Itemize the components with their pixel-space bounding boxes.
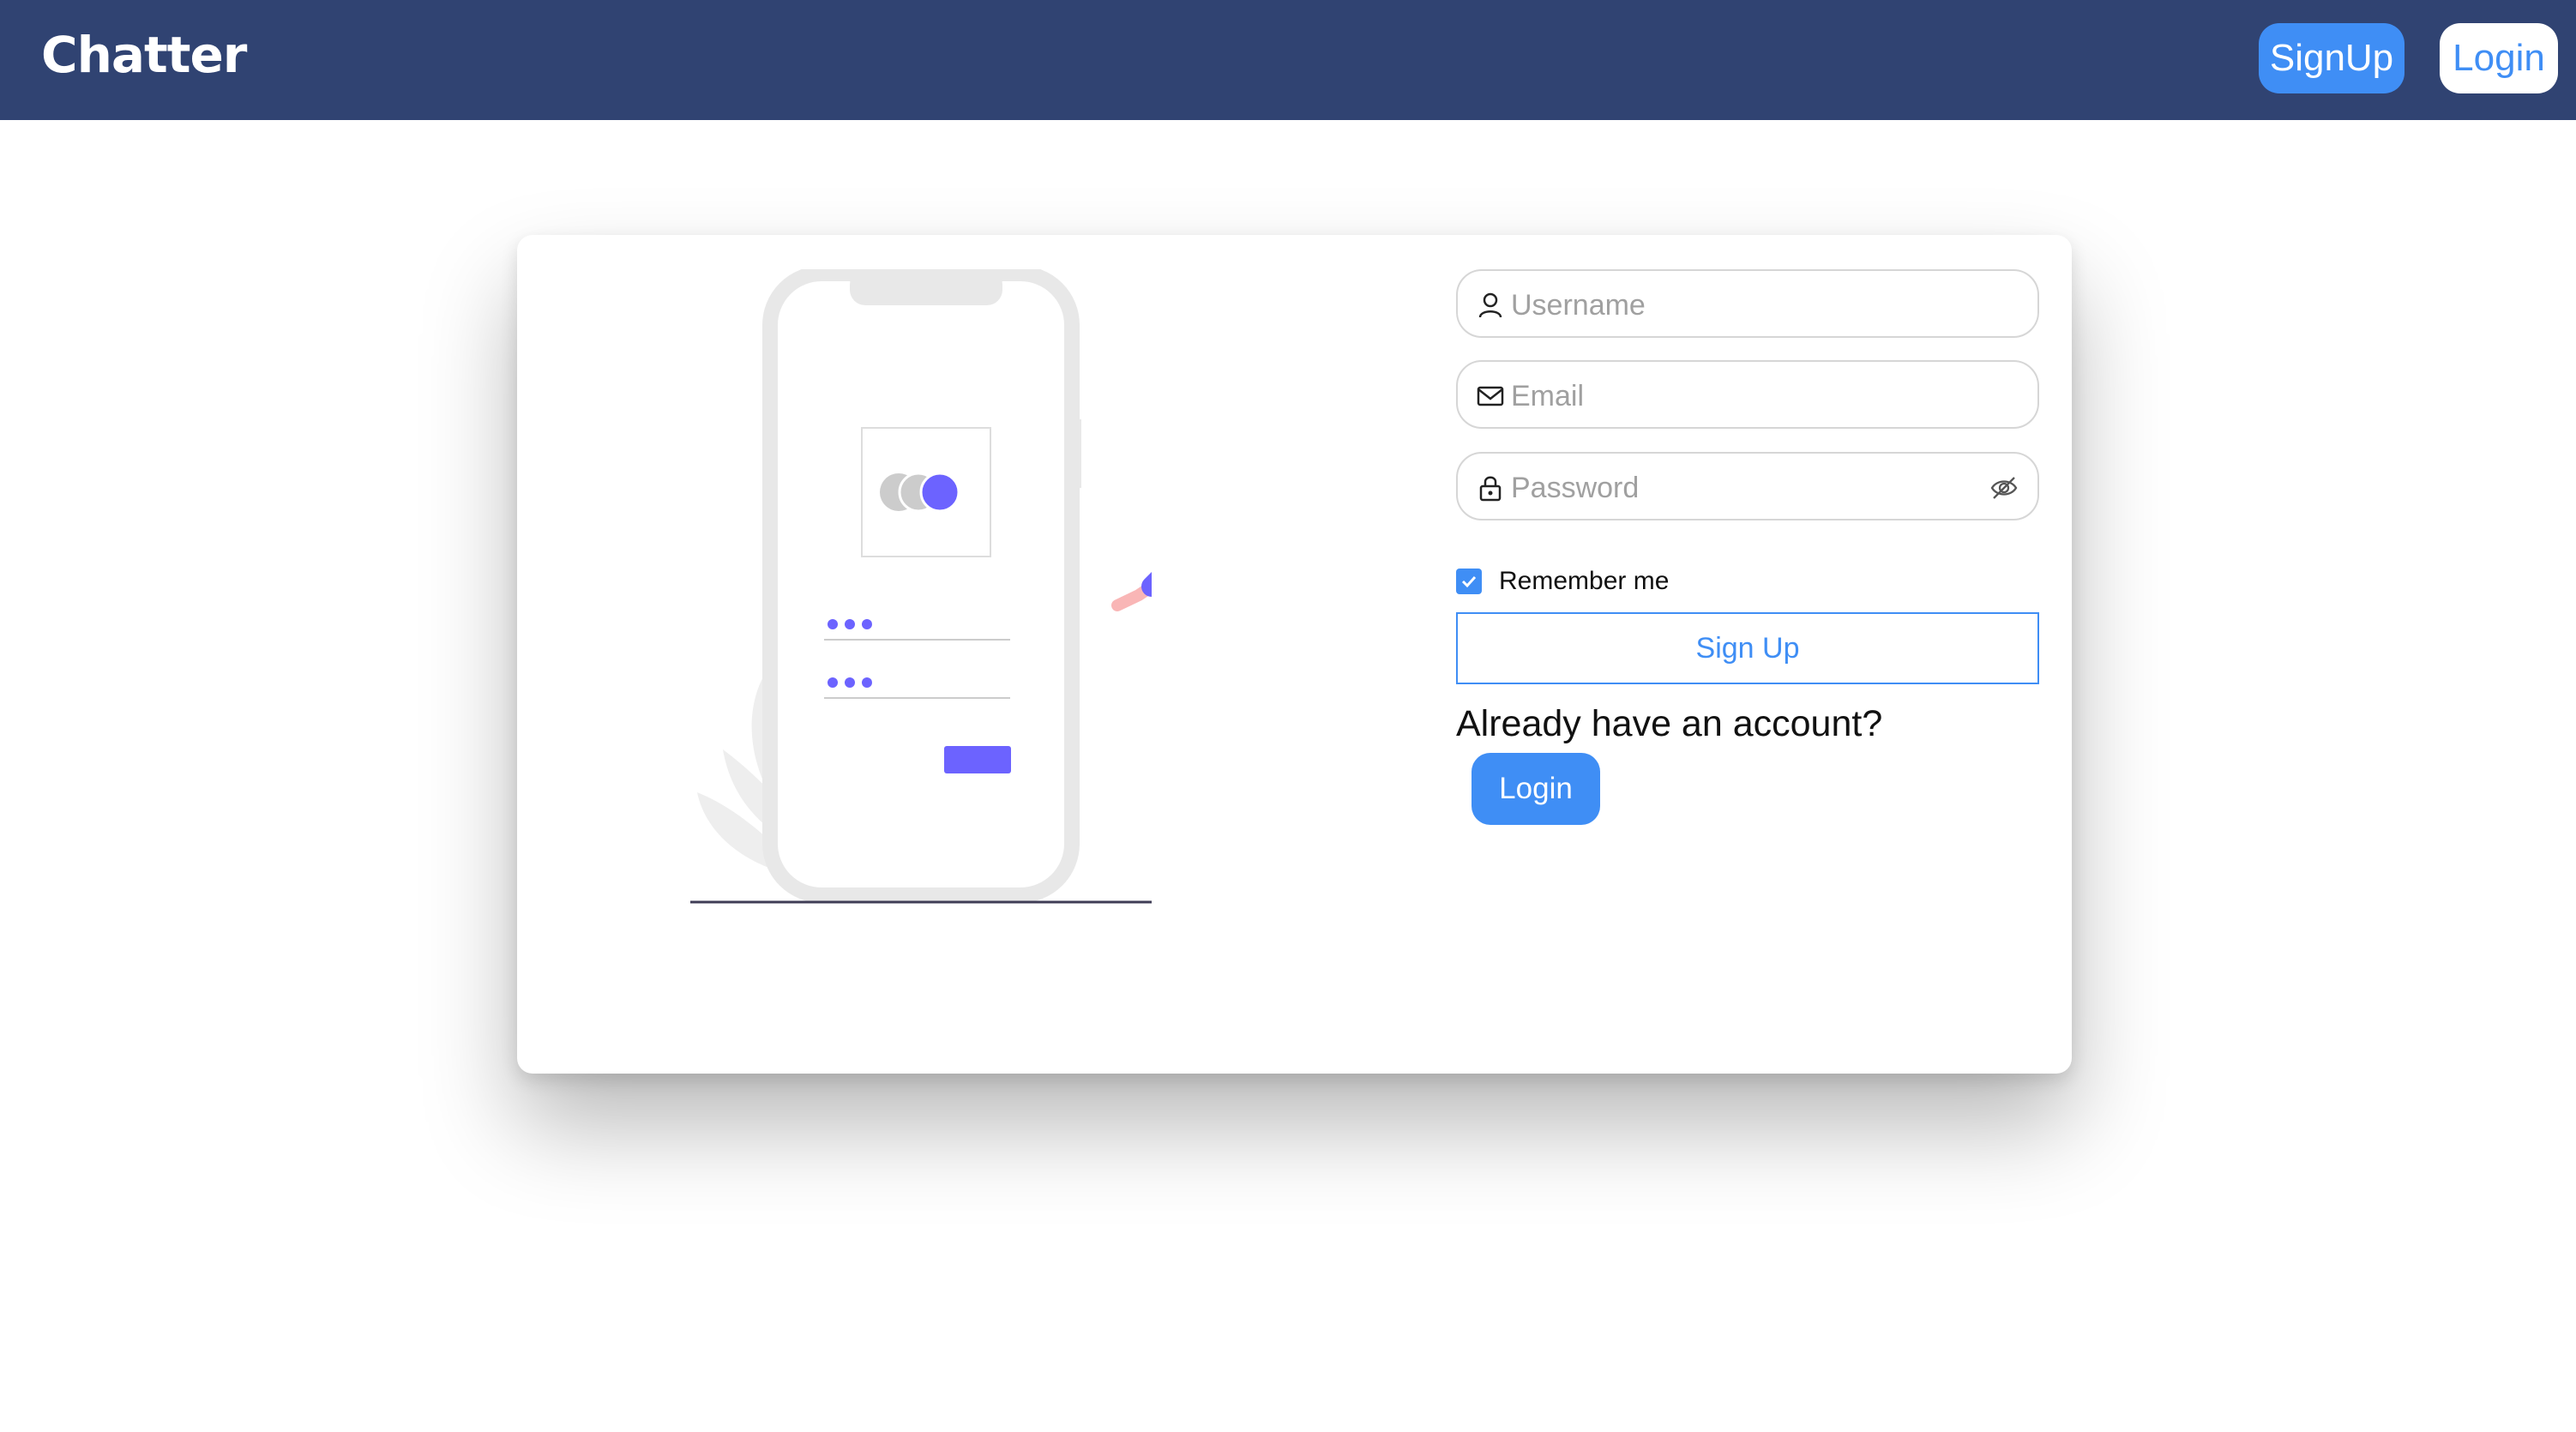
remember-label[interactable]: Remember me: [1499, 567, 1669, 596]
check-icon: [1461, 575, 1477, 588]
phone-submit-bar: [944, 746, 1011, 773]
remember-checkbox[interactable]: [1456, 569, 1482, 594]
envelope-icon: [1477, 386, 1504, 406]
brand-logo[interactable]: Chatter: [41, 26, 247, 84]
password-field[interactable]: [1456, 452, 2039, 520]
eye-slash-icon[interactable]: [1989, 474, 2019, 502]
already-account-text: Already have an account?: [1456, 703, 1883, 744]
username-input[interactable]: [1509, 280, 1993, 331]
phone-notch: [850, 269, 1002, 305]
login-button[interactable]: Login: [1472, 753, 1600, 825]
password-input[interactable]: [1509, 462, 1993, 514]
username-field[interactable]: [1456, 269, 2039, 338]
user-icon: [1478, 292, 1502, 318]
phone-body: [762, 269, 1080, 903]
person-figure: [1111, 572, 1152, 611]
signup-card: Remember me Sign Up Already have an acco…: [517, 235, 2072, 1074]
email-field[interactable]: [1456, 360, 2039, 429]
nav-login-button[interactable]: Login: [2440, 23, 2558, 93]
email-input[interactable]: [1509, 370, 1993, 422]
nav-signup-button[interactable]: SignUp: [2259, 23, 2404, 93]
phone-side-button: [1073, 419, 1081, 488]
remember-me: Remember me: [1456, 567, 1669, 596]
navbar: Chatter SignUp Login: [0, 0, 2576, 120]
lock-icon: [1479, 476, 1502, 502]
signup-illustration: [690, 269, 1152, 904]
signup-button[interactable]: Sign Up: [1456, 612, 2039, 684]
